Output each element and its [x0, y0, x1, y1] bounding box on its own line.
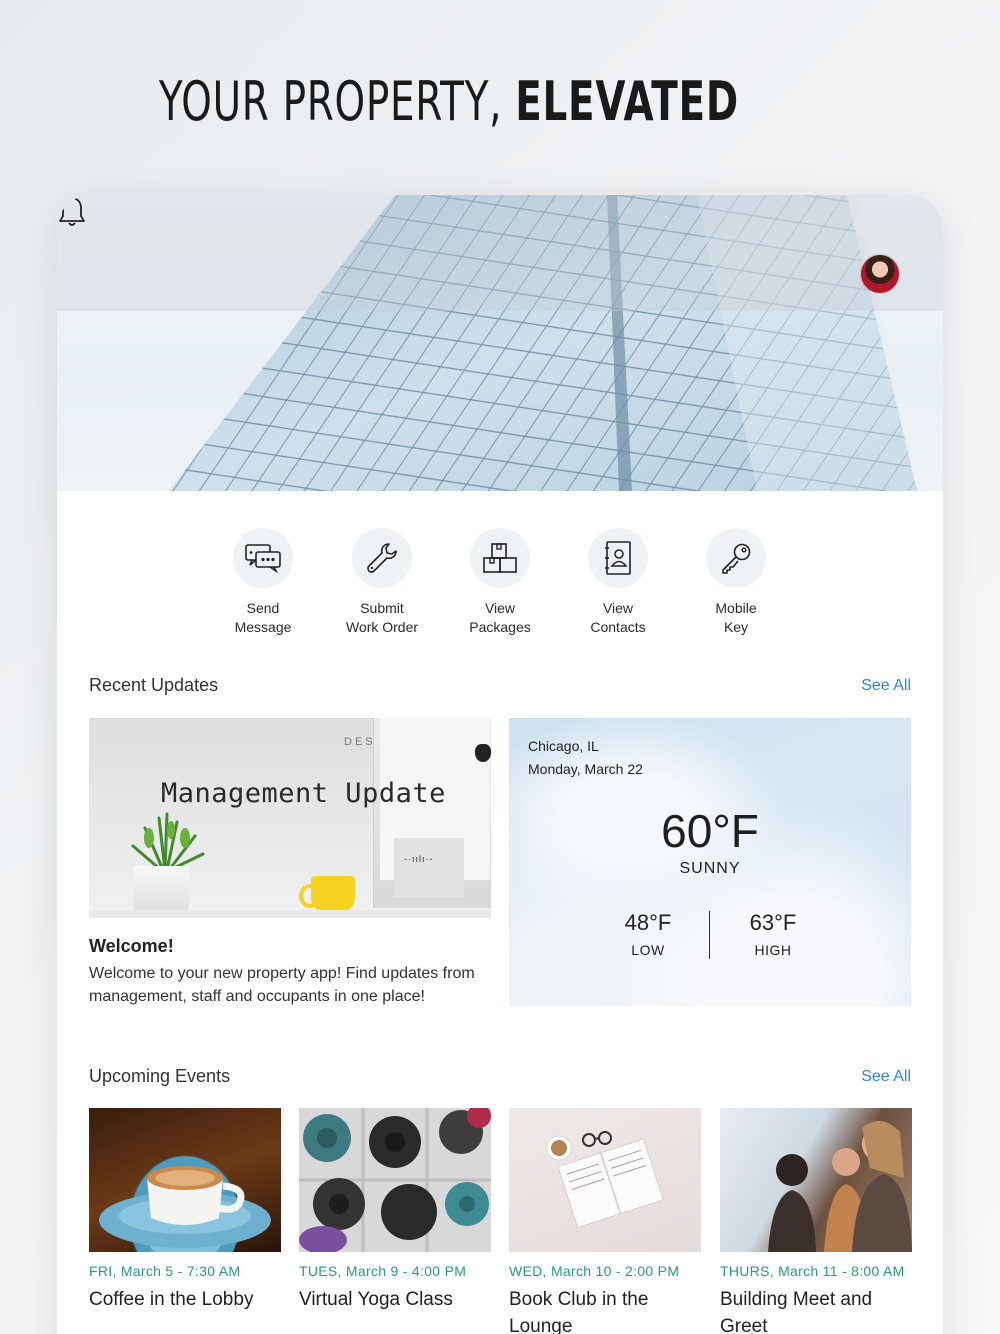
submit-work-order-button[interactable]: Submit Work Order	[327, 528, 437, 637]
action-label-1: View	[484, 600, 516, 616]
management-update-card[interactable]: DES -·ıılı·- Management Update	[89, 718, 491, 918]
event-title: Book Club in the Lounge	[509, 1289, 649, 1334]
upcoming-events-see-all-link[interactable]: See All	[861, 1068, 911, 1086]
recent-updates-see-all-link[interactable]: See All	[861, 677, 911, 695]
event-card[interactable]: FRI, March 5 - 7:30 AM Coffee in the Lob…	[89, 1108, 281, 1313]
management-update-title: Management Update	[161, 778, 446, 809]
view-contacts-button[interactable]: View Contacts	[563, 528, 673, 637]
event-title: Coffee in the Lobby	[89, 1289, 254, 1310]
welcome-body: Welcome to your new property app! Find u…	[89, 965, 475, 1005]
action-label-2: Work Order	[345, 619, 419, 635]
mobile-key-button[interactable]: Mobile Key	[681, 528, 791, 637]
people-image	[720, 1108, 912, 1252]
action-label-2: Key	[723, 619, 749, 635]
action-label-1: Send	[246, 600, 280, 616]
hero-banner	[57, 195, 943, 491]
hero-top-bar	[57, 195, 943, 311]
upcoming-events-title: Upcoming Events	[89, 1066, 231, 1086]
send-message-button[interactable]: Send Message	[208, 528, 318, 637]
weather-low-value: 48°F	[624, 910, 672, 935]
monitor-text: DES	[344, 736, 376, 748]
headline-bold: ELEVATED	[515, 70, 739, 133]
event-date: WED, March 10 - 2:00 PM	[509, 1263, 680, 1279]
book-image	[509, 1108, 701, 1252]
apple-logo-icon	[475, 744, 491, 762]
event-card[interactable]: THURS, March 11 - 8:00 AM Building Meet …	[720, 1108, 912, 1334]
contact-book-icon	[588, 528, 648, 588]
action-label-1: Mobile	[715, 600, 757, 616]
user-avatar[interactable]	[861, 255, 899, 293]
recent-updates-title: Recent Updates	[89, 675, 219, 695]
monitor-illustration: DES -·ıılı·-	[344, 718, 491, 908]
weather-temperature: 60°F	[661, 805, 759, 857]
weather-date: Monday, March 22	[528, 761, 643, 777]
yellow-mug	[299, 876, 355, 912]
tablet-screen: Send Message Submit Work Order View Pack…	[57, 195, 943, 1334]
weather-card[interactable]: Chicago, IL Monday, March 22 60°F SUNNY …	[509, 718, 911, 1006]
event-title: Building Meet and Greet	[720, 1289, 873, 1334]
view-packages-button[interactable]: View Packages	[445, 528, 555, 637]
key-icon	[706, 528, 766, 588]
yoga-mats-image	[299, 1108, 491, 1252]
bell-icon[interactable]	[57, 195, 87, 229]
headline-light: YOUR PROPERTY,	[158, 70, 503, 133]
quick-actions: Send Message Submit Work Order View Pack…	[57, 528, 943, 638]
chat-bubbles-icon	[233, 528, 293, 588]
weather-high-label: HIGH	[754, 942, 792, 958]
welcome-heading: Welcome!	[89, 936, 174, 956]
weather-city: Chicago, IL	[528, 738, 599, 754]
wrench-icon	[352, 528, 412, 588]
headline: YOUR PROPERTY, ELEVATED	[125, 70, 845, 133]
weather-low-label: LOW	[631, 942, 665, 958]
action-label-1: Submit	[360, 600, 404, 616]
event-card[interactable]: WED, March 10 - 2:00 PM Book Club in the…	[509, 1108, 701, 1334]
action-label-1: View	[602, 600, 634, 616]
action-label-2: Message	[234, 619, 292, 635]
action-label-2: Packages	[469, 619, 531, 635]
event-date: TUES, March 9 - 4:00 PM	[299, 1263, 467, 1279]
event-title: Virtual Yoga Class	[299, 1289, 453, 1310]
event-date: FRI, March 5 - 7:30 AM	[89, 1263, 241, 1279]
event-date: THURS, March 11 - 8:00 AM	[720, 1263, 905, 1279]
weather-divider	[709, 911, 710, 959]
weather-condition: SUNNY	[679, 860, 741, 877]
action-label-2: Contacts	[590, 619, 646, 635]
weather-high-value: 63°F	[749, 910, 797, 935]
coffee-cup-image	[89, 1108, 281, 1252]
event-card[interactable]: TUES, March 9 - 4:00 PM Virtual Yoga Cla…	[299, 1108, 491, 1313]
boxes-icon	[470, 528, 530, 588]
